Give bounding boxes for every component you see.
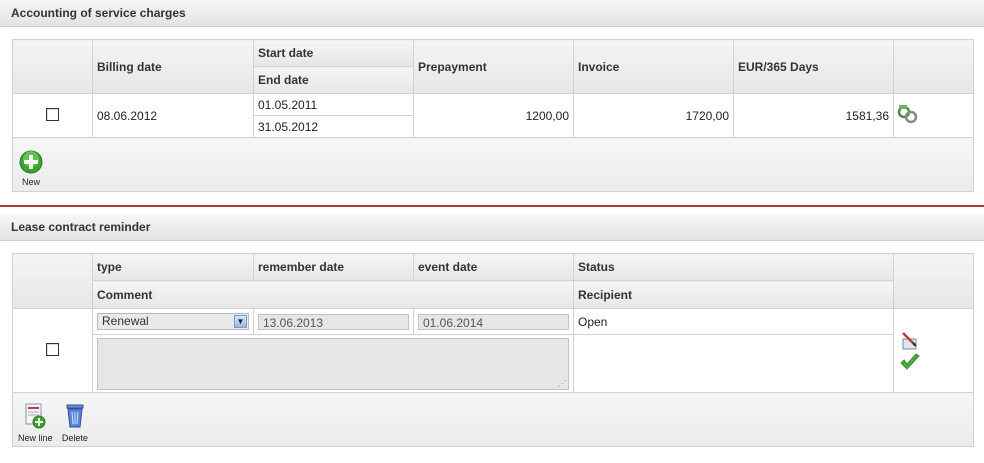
- section-divider: [0, 205, 984, 207]
- event-date-field[interactable]: 01.06.2014: [418, 313, 569, 330]
- toolbar: New line Delete: [12, 392, 974, 447]
- section-header-lease-reminder: Lease contract reminder: [0, 214, 984, 241]
- header-select: [12, 39, 93, 94]
- type-select[interactable]: Renewal ▼: [97, 313, 249, 330]
- service-charges-table: Billing date Start date Prepayment Invoi…: [12, 39, 974, 192]
- header-remember-date[interactable]: remember date: [253, 253, 414, 281]
- prepayment-cell: 1200,00: [413, 93, 574, 138]
- table-row: Renewal ▼ 13.06.2013 01.06.2014 Open: [12, 308, 974, 393]
- link-icon[interactable]: [896, 103, 920, 125]
- end-date-cell: 31.05.2012: [253, 115, 414, 138]
- invoice-cell: 1720,00: [573, 93, 734, 138]
- trash-icon: [64, 404, 86, 432]
- delete-button[interactable]: Delete: [62, 402, 88, 443]
- header-event-date[interactable]: event date: [413, 253, 574, 281]
- eur-365-cell: 1581,36: [733, 93, 894, 138]
- header-end-date[interactable]: End date: [253, 66, 414, 94]
- add-circle-icon: [19, 150, 43, 176]
- section-header-service-charges: Accounting of service charges: [0, 0, 984, 27]
- header-actions: [893, 253, 974, 309]
- edit-icon[interactable]: [900, 331, 920, 351]
- new-label: New: [21, 176, 40, 187]
- recipient-cell: [573, 334, 894, 393]
- header-eur-365[interactable]: EUR/365 Days: [733, 39, 894, 94]
- header-start-date[interactable]: Start date: [253, 39, 414, 67]
- new-button[interactable]: New: [19, 150, 43, 187]
- type-select-value: Renewal: [102, 314, 149, 328]
- header-prepayment[interactable]: Prepayment: [413, 39, 574, 94]
- table-row: 08.06.2012 01.05.2011 1200,00 1720,00 15…: [12, 93, 974, 138]
- section-title: Lease contract reminder: [11, 220, 151, 234]
- remember-date-field[interactable]: 13.06.2013: [258, 313, 409, 330]
- header-select: [12, 253, 93, 309]
- comment-textarea[interactable]: ⋰: [97, 337, 569, 390]
- new-line-label: New line: [18, 432, 53, 443]
- header-status[interactable]: Status: [573, 253, 894, 281]
- header-invoice[interactable]: Invoice: [573, 39, 734, 94]
- status-cell: Open: [573, 308, 894, 335]
- delete-label: Delete: [61, 432, 88, 443]
- header-actions: [893, 39, 974, 94]
- row-checkbox[interactable]: [46, 107, 59, 121]
- section-title: Accounting of service charges: [11, 6, 186, 20]
- toolbar: New: [12, 137, 974, 192]
- header-billing-date[interactable]: Billing date: [92, 39, 254, 94]
- header-comment[interactable]: Comment: [92, 280, 574, 309]
- lease-reminder-table: type remember date event date Status Com…: [12, 253, 974, 447]
- new-line-button[interactable]: New line: [18, 402, 53, 443]
- header-type[interactable]: type: [92, 253, 254, 281]
- resize-handle-icon[interactable]: ⋰: [558, 379, 566, 388]
- confirm-check-icon[interactable]: [900, 352, 920, 371]
- header-recipient[interactable]: Recipient: [573, 280, 894, 309]
- billing-date-cell: 08.06.2012: [92, 93, 254, 138]
- row-checkbox[interactable]: [46, 342, 59, 356]
- start-date-cell: 01.05.2011: [253, 93, 414, 116]
- new-document-icon: [23, 403, 47, 432]
- chevron-down-icon: ▼: [234, 315, 247, 328]
